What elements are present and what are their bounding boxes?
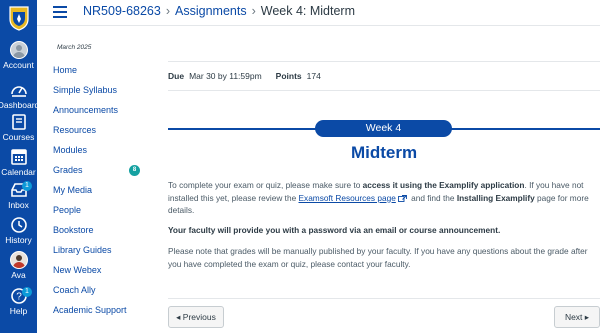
- password-notice: Your faculty will provide you with a pas…: [168, 224, 600, 237]
- book-icon: [11, 114, 26, 130]
- course-nav-coach-ally[interactable]: Coach Ally: [53, 285, 96, 295]
- breadcrumb-separator: ›: [251, 4, 256, 18]
- course-nav-bookstore[interactable]: Bookstore: [53, 225, 94, 235]
- divider: [168, 61, 600, 62]
- points-value: 174: [306, 71, 321, 81]
- svg-text:?: ?: [16, 292, 22, 303]
- instructions-text: and find the: [408, 192, 457, 203]
- term-label: March 2025: [57, 44, 92, 51]
- global-nav-inbox[interactable]: 1 Inbox: [0, 181, 37, 210]
- avatar-icon: [9, 251, 28, 269]
- global-nav-help-label: Help: [9, 306, 28, 316]
- previous-button[interactable]: ◂ Previous: [168, 306, 224, 328]
- global-nav-history[interactable]: History: [0, 216, 37, 245]
- clock-icon: [10, 217, 27, 233]
- breadcrumb: NR509-68263 › Assignments › Week 4: Midterm: [83, 4, 355, 18]
- course-nav-home[interactable]: Home: [53, 65, 77, 75]
- page-title: Midterm: [350, 143, 418, 162]
- course-navigation: March 2025 Home Simple Syllabus Announce…: [37, 27, 155, 333]
- grades-notice: Please note that grades will be manually…: [168, 246, 588, 269]
- dashboard-icon: [10, 86, 27, 97]
- password-notice-text: Your faculty will provide you with a pas…: [168, 225, 501, 235]
- week-pill: Week 4: [315, 120, 452, 137]
- instructions-text: To complete your exam or quiz, please ma…: [168, 180, 363, 190]
- assignment-details: Due Mar 30 by 11:59pm Points 174: [168, 71, 321, 81]
- global-nav-inbox-label: Inbox: [8, 200, 29, 210]
- global-nav-calendar-label: Calendar: [1, 167, 36, 177]
- examsoft-resources-link[interactable]: Examsoft Resources page: [299, 193, 396, 203]
- global-nav-courses[interactable]: Courses: [0, 113, 37, 142]
- due-label: Due: [168, 71, 185, 81]
- logo-icon: [8, 6, 29, 31]
- global-nav-history-label: History: [5, 235, 32, 245]
- global-nav-help[interactable]: ? 1 Help: [0, 287, 37, 316]
- global-nav-courses-label: Courses: [2, 132, 35, 142]
- next-button[interactable]: Next ▸: [554, 306, 600, 328]
- breadcrumb-separator: ›: [165, 4, 171, 18]
- course-nav-modules[interactable]: Modules: [53, 145, 87, 155]
- course-nav-simple-syllabus[interactable]: Simple Syllabus: [53, 85, 117, 95]
- course-nav-new-webex[interactable]: New Webex: [53, 265, 101, 275]
- page-header: NR509-68263 › Assignments › Week 4: Midterm: [37, 0, 600, 26]
- course-nav-my-media[interactable]: My Media: [53, 185, 92, 195]
- course-nav-people[interactable]: People: [53, 205, 81, 215]
- instructions-paragraph: To complete your exam or quiz, please ma…: [168, 179, 600, 217]
- global-navigation: Account Dashboard Courses Calendar 1 Inb…: [0, 0, 37, 333]
- course-nav-library-guides[interactable]: Library Guides: [53, 245, 112, 255]
- course-nav-resources[interactable]: Resources: [53, 125, 96, 135]
- grades-badge: 8: [129, 165, 140, 176]
- due-date: Mar 30 by 11:59pm: [189, 71, 262, 81]
- divider: [168, 90, 600, 91]
- global-nav-account-label: Account: [3, 60, 34, 70]
- breadcrumb-course[interactable]: NR509-68263: [83, 4, 161, 18]
- breadcrumb-assignments[interactable]: Assignments: [175, 4, 247, 18]
- global-nav-ava-label: Ava: [11, 270, 26, 280]
- course-nav-academic-support[interactable]: Academic Support: [53, 305, 127, 315]
- external-link-icon: [397, 194, 407, 202]
- institution-logo[interactable]: [0, 0, 37, 36]
- hamburger-menu-icon[interactable]: [53, 6, 67, 18]
- user-circle-icon: [9, 41, 28, 59]
- calendar-icon: [10, 149, 27, 165]
- help-badge: 1: [22, 287, 32, 297]
- divider: [168, 298, 600, 299]
- global-nav-ava[interactable]: Ava: [0, 251, 37, 280]
- course-nav-grades[interactable]: Grades: [53, 165, 83, 175]
- assignment-content: Due Mar 30 by 11:59pm Points 174 Week 4 Mid…: [168, 27, 600, 333]
- instructions-emphasis: access it using the Examplify applicatio…: [362, 180, 525, 190]
- breadcrumb-current: Week 4: Midterm: [260, 4, 355, 18]
- global-nav-calendar[interactable]: Calendar: [0, 148, 37, 177]
- installing-examplify-text: Installing Examplify: [456, 192, 535, 203]
- points-label: Points: [275, 71, 302, 81]
- global-nav-dashboard[interactable]: Dashboard: [0, 81, 37, 110]
- global-nav-dashboard-label: Dashboard: [0, 100, 37, 110]
- inbox-badge: 1: [22, 181, 32, 191]
- course-nav-announcements[interactable]: Announcements: [53, 105, 118, 115]
- global-nav-account[interactable]: Account: [0, 41, 37, 70]
